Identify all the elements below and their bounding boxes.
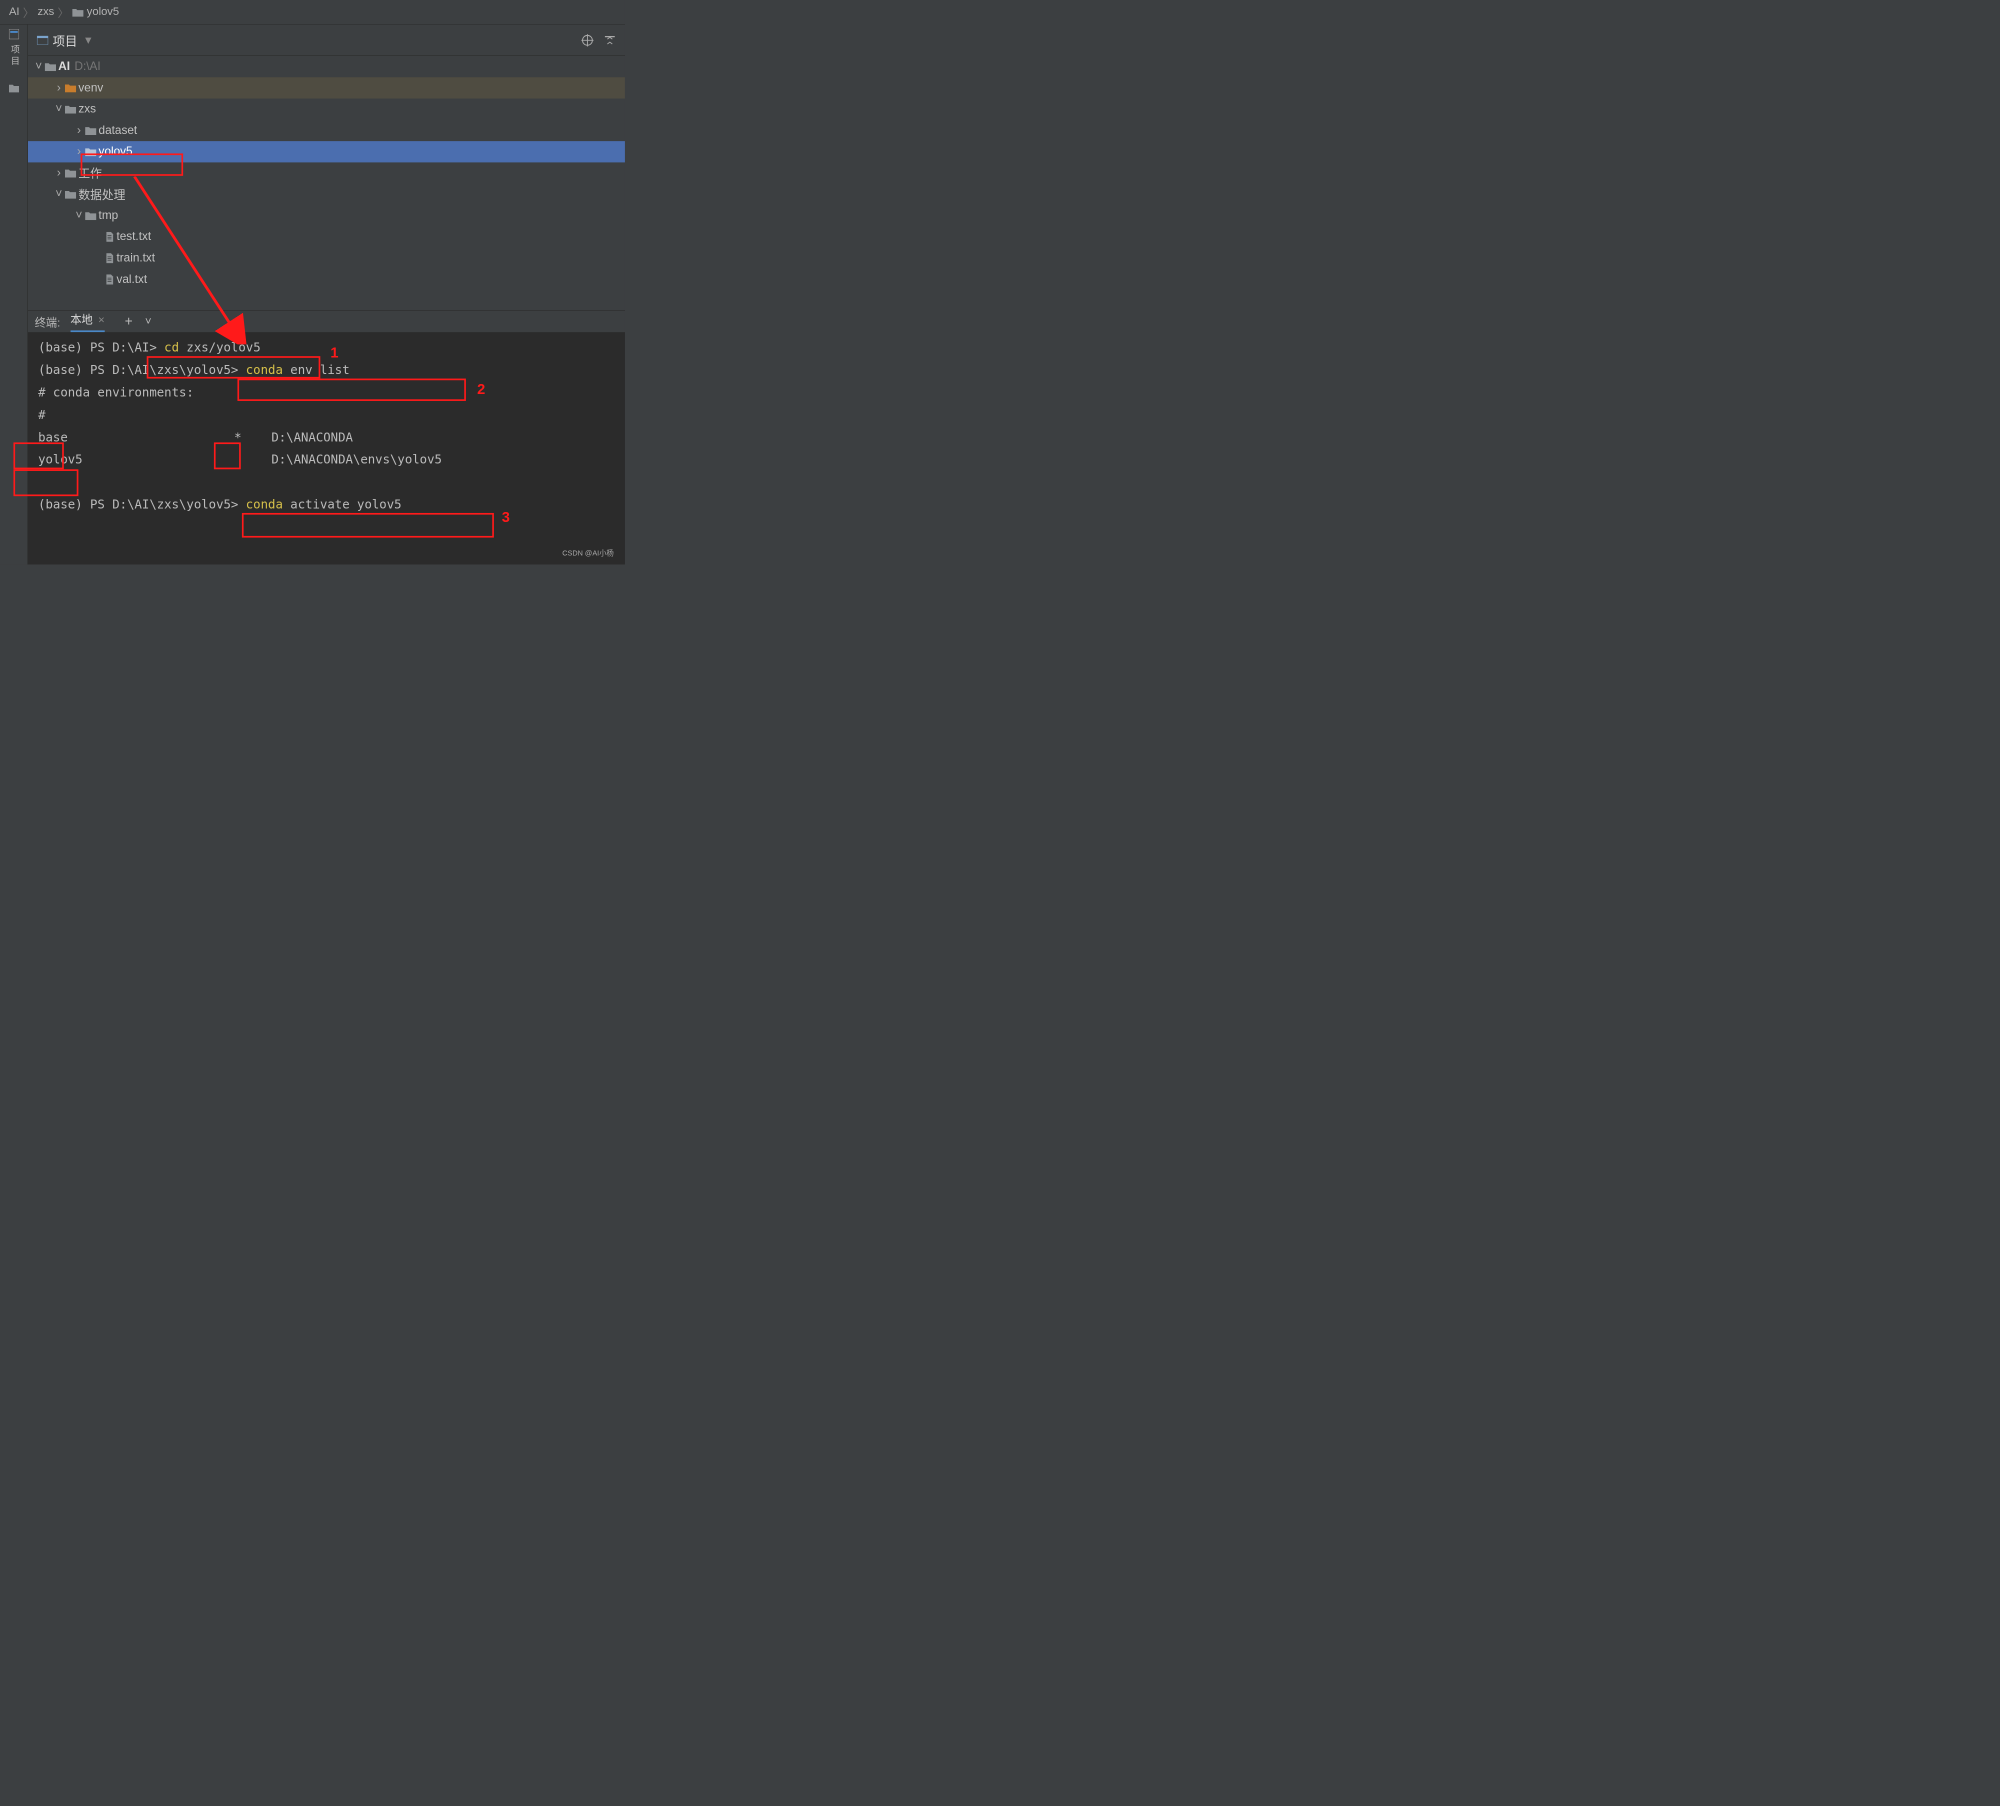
close-icon[interactable]: × xyxy=(98,314,105,326)
tree-path: D:\AI xyxy=(74,60,100,73)
tree-label: zxs xyxy=(78,102,96,115)
chevron-right-icon[interactable]: › xyxy=(53,166,65,179)
folder-icon xyxy=(85,211,96,220)
tree-label: val.txt xyxy=(116,273,147,286)
collapse-all-icon[interactable] xyxy=(604,34,616,46)
highlight-box xyxy=(13,469,78,496)
folder-icon[interactable] xyxy=(9,83,19,93)
project-tree[interactable]: ˅ AI D:\AI › venv ˅ zxs › dataset › xyxy=(28,56,625,310)
terminal-header: 终端: 本地 × + ˅ xyxy=(28,310,625,332)
chevron-down-icon[interactable]: ˅ xyxy=(32,60,44,73)
dropdown-icon[interactable]: ▾ xyxy=(85,33,91,48)
panel-title: 项目 xyxy=(53,31,78,49)
terminal-line: # xyxy=(38,404,615,426)
chevron-down-icon[interactable]: ˅ xyxy=(73,209,85,222)
highlight-box xyxy=(242,513,494,538)
terminal-line: base* D:\ANACONDA xyxy=(38,427,615,449)
chevron-down-icon[interactable]: ˅ xyxy=(53,188,65,201)
tree-node-file[interactable]: val.txt xyxy=(28,269,625,290)
tree-node-file[interactable]: train.txt xyxy=(28,248,625,269)
tree-node-dataset[interactable]: › dataset xyxy=(28,120,625,141)
folder-icon xyxy=(65,83,76,92)
terminal-line: (base) PS D:\AI> cd zxs/yolov5 xyxy=(38,337,615,359)
tree-label: 数据处理 xyxy=(78,186,125,203)
chevron-right-icon[interactable]: › xyxy=(73,124,85,137)
breadcrumb: AI 〉 zxs 〉 yolov5 xyxy=(0,0,625,25)
tree-label: test.txt xyxy=(116,230,151,243)
new-terminal-button[interactable]: + xyxy=(125,314,133,330)
file-icon xyxy=(105,232,114,242)
crumb-root[interactable]: AI xyxy=(9,6,20,19)
chevron-right-icon: 〉 xyxy=(58,4,69,20)
tree-label: dataset xyxy=(99,124,138,137)
file-icon xyxy=(105,274,114,284)
chevron-down-icon[interactable]: ˅ xyxy=(53,102,65,115)
annotation-number: 1 xyxy=(330,344,338,361)
crumb-zxs[interactable]: zxs xyxy=(37,6,54,19)
folder-icon xyxy=(65,105,76,114)
tree-label: AI xyxy=(58,60,70,73)
terminal-line: yolov5 D:\ANACONDA\envs\yolov5 xyxy=(38,449,615,471)
folder-icon xyxy=(85,126,96,135)
tree-node-tmp[interactable]: ˅ tmp xyxy=(28,205,625,226)
folder-icon xyxy=(65,169,76,178)
tree-node-root[interactable]: ˅ AI D:\AI xyxy=(28,56,625,77)
chevron-down-icon[interactable]: ˅ xyxy=(145,315,152,328)
project-panel-header: 项目 ▾ xyxy=(28,25,625,56)
folder-icon xyxy=(72,8,83,17)
highlight-box xyxy=(81,153,183,175)
highlight-box xyxy=(237,379,465,401)
chevron-right-icon: 〉 xyxy=(23,4,34,20)
chevron-right-icon[interactable]: › xyxy=(53,81,65,94)
tree-node-venv[interactable]: › venv xyxy=(28,77,625,98)
highlight-box xyxy=(214,442,241,469)
tree-label: train.txt xyxy=(116,251,155,264)
panel-icon xyxy=(37,36,48,45)
tree-node-dataproc[interactable]: ˅ 数据处理 xyxy=(28,184,625,205)
target-icon[interactable] xyxy=(581,34,593,46)
annotation-number: 3 xyxy=(502,508,510,525)
tree-label: tmp xyxy=(99,209,119,222)
annotation-number: 2 xyxy=(477,381,485,398)
crumb-yolov5[interactable]: yolov5 xyxy=(87,6,119,19)
terminal-title: 终端: xyxy=(35,313,61,329)
highlight-box xyxy=(147,356,321,378)
gutter-project-label[interactable]: 项目 xyxy=(7,45,20,67)
tree-label: venv xyxy=(78,81,103,94)
folder-icon xyxy=(45,62,56,71)
terminal-line xyxy=(38,472,615,494)
tree-node-zxs[interactable]: ˅ zxs xyxy=(28,99,625,120)
folder-icon xyxy=(65,190,76,199)
terminal-tab-local[interactable]: 本地 × xyxy=(70,311,104,332)
watermark: CSDN @AI小杨 xyxy=(562,547,613,558)
project-view-icon[interactable] xyxy=(9,29,19,39)
tree-node-file[interactable]: test.txt xyxy=(28,226,625,247)
file-icon xyxy=(105,253,114,263)
highlight-box xyxy=(13,442,63,469)
